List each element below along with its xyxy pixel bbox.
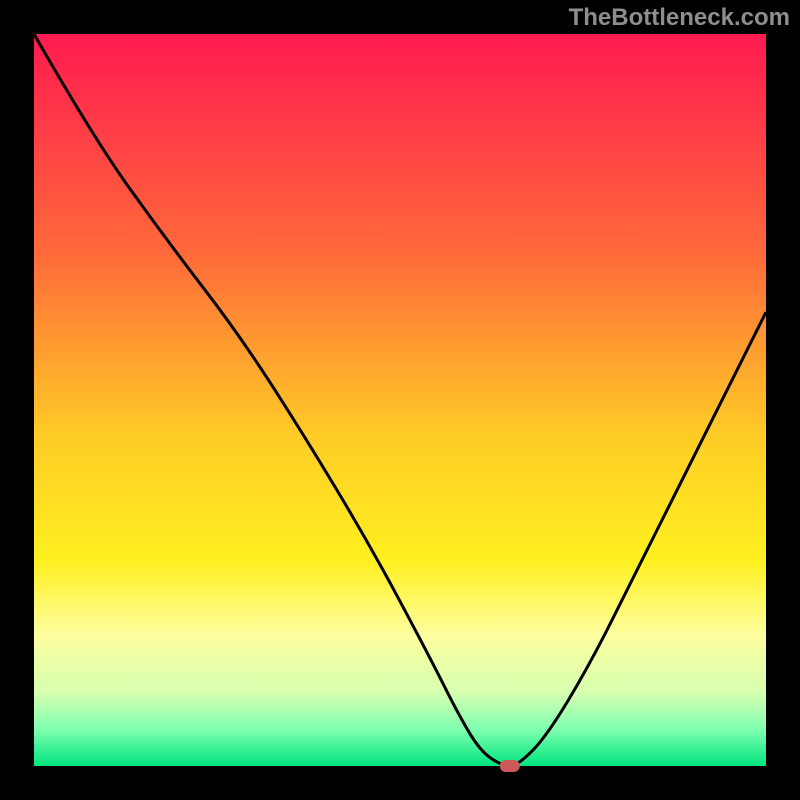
bottleneck-chart: [0, 0, 800, 800]
plot-background: [34, 34, 766, 766]
watermark-text: TheBottleneck.com: [569, 4, 790, 32]
chart-container: TheBottleneck.com: [0, 0, 800, 800]
optimal-marker: [500, 760, 520, 772]
